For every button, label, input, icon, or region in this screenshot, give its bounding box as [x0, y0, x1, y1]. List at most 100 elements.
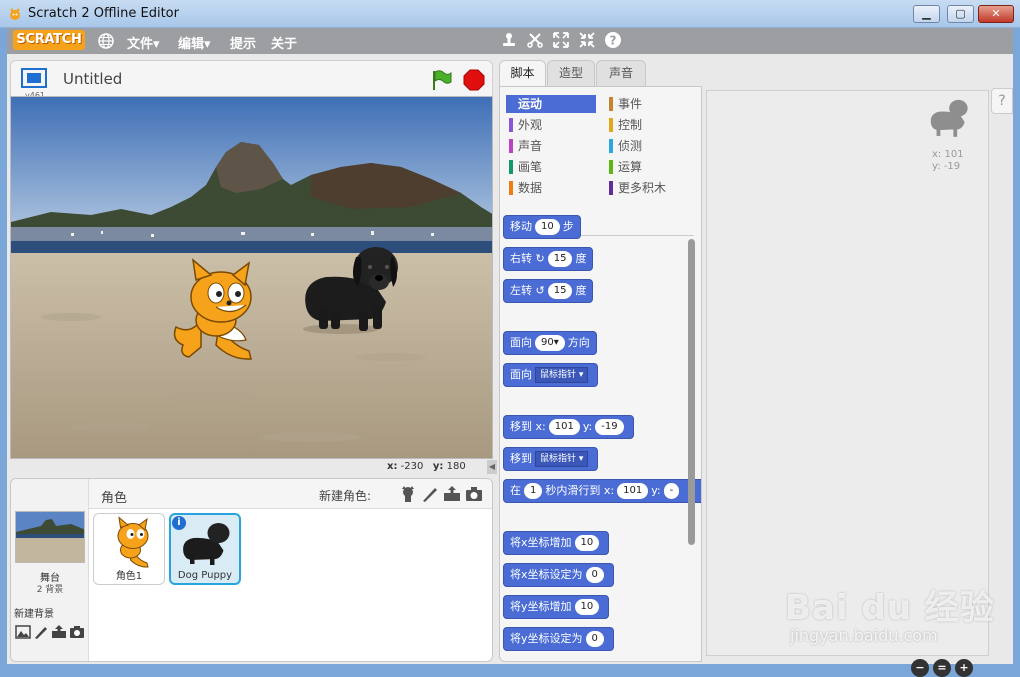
category-sound[interactable]: 声音 [506, 137, 596, 155]
category-pen[interactable]: 画笔 [506, 158, 596, 176]
palette-scrollbar[interactable] [688, 239, 695, 545]
sprite-name: 角色1 [115, 571, 143, 582]
zoom-reset-icon[interactable]: = [933, 659, 951, 677]
block-goto[interactable]: 移到 鼠标指针 ▾ [503, 447, 599, 471]
block-dropdown[interactable]: 鼠标指针 ▾ [535, 451, 589, 467]
baidu-watermark: Bai du 经验 [785, 588, 995, 628]
block-point-towards[interactable]: 面向 鼠标指针 ▾ [503, 363, 599, 387]
backdrop-paint-icon[interactable] [33, 625, 49, 639]
block-input[interactable]: 15 [547, 251, 573, 267]
block-set-y[interactable]: 将y坐标设定为 0 [503, 627, 614, 651]
menu-tips[interactable]: 提示 [230, 33, 256, 52]
sprite-pane: 舞台 2 背景 新建背景 角色 新建角色: 角色1 i Dog Puppy [10, 478, 493, 662]
sprite-name: Dog Puppy [177, 570, 233, 581]
menu-file[interactable]: 文件▾ [127, 33, 160, 52]
block-goto-xy[interactable]: 移到 x: 101 y: -19 [503, 415, 634, 439]
block-input[interactable]: 101 [617, 483, 649, 499]
block-text: 将y坐标增加 [510, 600, 572, 613]
paint-new-sprite-icon[interactable] [421, 486, 439, 502]
grow-icon[interactable] [551, 31, 571, 51]
block-text: 移动 [510, 220, 532, 233]
help-panel-button[interactable]: ? [991, 88, 1013, 114]
stage-canvas[interactable] [10, 96, 493, 459]
close-button[interactable]: ✕ [978, 5, 1014, 23]
fullscreen-presentation-icon[interactable] [21, 68, 47, 88]
script-area[interactable]: x: 101 y: -19 − = + [706, 90, 989, 677]
block-input[interactable]: 10 [574, 599, 600, 615]
block-text: y: [582, 420, 593, 433]
stage-thumbnail[interactable] [15, 511, 85, 563]
menu-about[interactable]: 关于 [271, 33, 297, 52]
cut-scissors-icon[interactable] [525, 31, 545, 51]
block-input[interactable]: 0 [585, 567, 604, 583]
category-control[interactable]: 控制 [606, 116, 696, 134]
current-sprite-thumbnail [929, 99, 971, 141]
stop-sign-icon[interactable] [463, 69, 485, 91]
category-events[interactable]: 事件 [606, 95, 696, 113]
sprites-label: 角色 [101, 491, 128, 506]
category-sensing[interactable]: 侦测 [606, 137, 696, 155]
mouse-y-value: 180 [446, 461, 466, 472]
collapse-stage-handle[interactable]: ◀ [487, 460, 497, 474]
sprite-x-readout: x: 101 [932, 149, 964, 160]
block-input[interactable]: 0 [585, 631, 604, 647]
shrink-icon[interactable] [577, 31, 597, 51]
block-input[interactable]: 1 [524, 483, 543, 499]
camera-sprite-icon[interactable] [465, 486, 483, 502]
green-flag-icon[interactable] [431, 69, 453, 91]
maximize-button[interactable]: ▢ [947, 5, 974, 23]
minimize-button[interactable]: ▁ [913, 5, 940, 23]
block-input[interactable]: 10 [574, 535, 600, 551]
sprite-y-readout: y: -19 [932, 161, 961, 172]
block-glide[interactable]: 在 1 秒内滑行到 x: 101 y: - [503, 479, 701, 503]
block-text: 面向 [510, 368, 532, 381]
sprite-tile-dog-puppy[interactable]: i Dog Puppy [169, 513, 241, 585]
zoom-in-icon[interactable]: + [955, 659, 973, 677]
block-change-x[interactable]: 将x坐标增加 10 [503, 531, 610, 555]
help-circle-icon[interactable]: ? [603, 31, 623, 51]
block-dropdown[interactable]: 鼠标指针 ▾ [535, 367, 589, 383]
category-looks[interactable]: 外观 [506, 116, 596, 134]
scratch-logo[interactable]: SCRATCH [13, 30, 85, 50]
tab-costumes[interactable]: 造型 [547, 60, 595, 86]
backdrop-camera-icon[interactable] [69, 625, 85, 639]
category-more-blocks[interactable]: 更多积木 [606, 179, 696, 197]
duplicate-stamp-icon[interactable] [499, 31, 519, 51]
upload-sprite-icon[interactable] [443, 486, 461, 502]
block-text: 面向 [510, 336, 532, 349]
sprite-tile-cat[interactable]: 角色1 [93, 513, 165, 585]
baidu-watermark-url: jingyan.baidu.com [790, 626, 938, 645]
block-set-x[interactable]: 将x坐标设定为 0 [503, 563, 614, 587]
backdrop-library-icon[interactable] [15, 625, 31, 639]
tab-sounds[interactable]: 声音 [596, 60, 646, 86]
category-motion[interactable]: 运动 [506, 95, 596, 113]
zoom-out-icon[interactable]: − [911, 659, 929, 677]
block-point-direction[interactable]: 面向 90▾ 方向 [503, 331, 597, 355]
editor-main: v461 Untitled x: -230 y: 180 ◀ 舞台 2 背景 新… [7, 54, 1013, 677]
tab-scripts[interactable]: 脚本 [499, 60, 546, 88]
block-input[interactable]: 90▾ [535, 335, 565, 351]
block-move-steps[interactable]: 移动 10 步 [503, 215, 581, 239]
block-input[interactable]: 15 [547, 283, 573, 299]
block-turn-right[interactable]: 右转 ↻ 15 度 [503, 247, 594, 271]
category-operators[interactable]: 运算 [606, 158, 696, 176]
block-input[interactable]: 101 [548, 419, 580, 435]
block-palette: 运动 事件 外观 控制 声音 侦测 画笔 运算 数据 更多积木 移动 10 步 右转… [499, 86, 702, 662]
category-data[interactable]: 数据 [506, 179, 596, 197]
block-input[interactable]: 10 [535, 219, 560, 235]
block-text: 度 [575, 252, 587, 265]
window-title: Scratch 2 Offline Editor [28, 6, 179, 21]
menu-bar: SCRATCH 文件▾ 编辑▾ 提示 关于 ? [7, 28, 1013, 54]
block-text: 移到 x: [510, 420, 546, 433]
project-title[interactable]: Untitled [63, 70, 122, 88]
menu-edit[interactable]: 编辑▾ [178, 33, 211, 52]
block-turn-left[interactable]: 左转 ↺ 15 度 [503, 279, 594, 303]
block-text: 右转 [510, 252, 532, 265]
backdrop-count: 2 背景 [36, 585, 64, 595]
sprite-library-icon[interactable] [399, 486, 417, 502]
block-input[interactable]: - [663, 483, 680, 499]
block-input[interactable]: -19 [595, 419, 624, 435]
language-globe-icon[interactable] [97, 32, 115, 50]
block-change-y[interactable]: 将y坐标增加 10 [503, 595, 610, 619]
backdrop-upload-icon[interactable] [51, 625, 67, 639]
